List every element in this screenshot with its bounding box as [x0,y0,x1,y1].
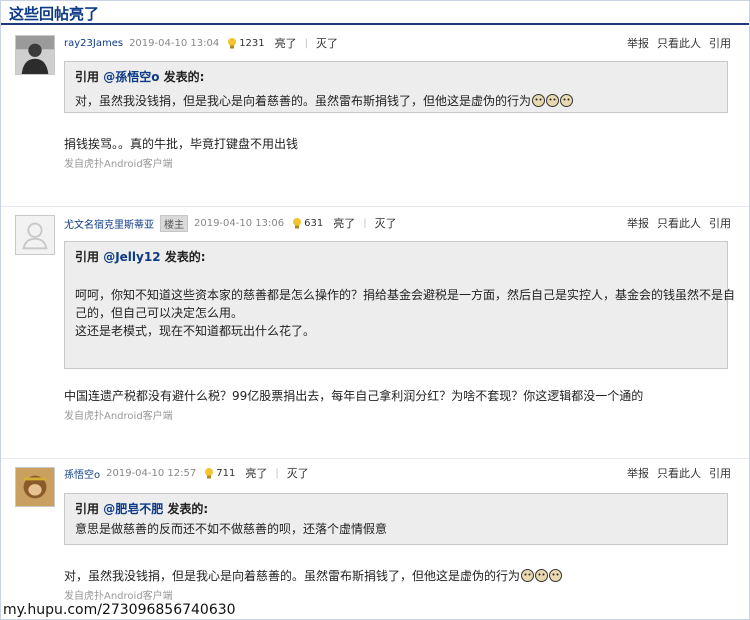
section-header: 这些回帖亮了 [1,1,749,25]
avatar[interactable] [15,35,55,75]
reply-text: 对，虽然我没钱捐，但是我心是向着慈善的。虽然雷布斯捐钱了，但他这是虚伪的行为 [64,567,563,584]
quoted-user-link[interactable]: @Jelly12 [103,250,160,264]
section-title: 这些回帖亮了 [9,5,100,23]
post-source: 发自虎扑Android客户端 [64,159,173,170]
report-link[interactable]: 举报 [627,35,649,51]
quote-header: 引用 @孫悟空o 发表的: [75,68,717,86]
divider: | [304,37,309,49]
reply-post: 孫悟空o 2019-04-10 12:57 711 亮了 | 灭了 举报 只看此… [1,459,749,620]
quote-line: 这还是老模式，现在不知道都玩出什么花了。 [75,324,316,338]
only-this-user-link[interactable]: 只看此人 [657,215,701,231]
quote-link[interactable]: 引用 [709,465,731,481]
quoted-user-link[interactable]: @孫悟空o [103,70,159,84]
username-link[interactable]: ray23James [64,38,123,49]
quote-block: 引用 @Jelly12 发表的: 呵呵，你知不知道这些资本家的慈善都是怎么操作的… [64,241,736,369]
quote-suffix: 发表的: [160,250,206,264]
post-time: 2019-04-10 12:57 [106,467,197,479]
avatar[interactable] [15,467,55,507]
quote-suffix: 发表的: [159,70,205,84]
like-count: 1231 [239,37,265,49]
monkey-king-avatar-icon [16,468,54,506]
quote-suffix: 发表的: [163,502,209,516]
username-link[interactable]: 尤文名宿克里斯蒂亚 [64,216,154,231]
light-button[interactable]: 亮了 [333,215,355,231]
light-bulb-icon [204,467,214,479]
quote-link[interactable]: 引用 [709,215,731,231]
divider: | [275,467,279,479]
post-meta: 尤文名宿克里斯蒂亚 楼主 2019-04-10 13:06 631 亮了 | 灭… [64,214,397,232]
reply-text: 捐钱挨骂。。真的牛批，毕竟打键盘不用出钱 [64,137,299,151]
post-time: 2019-04-10 13:06 [194,217,285,229]
post-meta: 孫悟空o 2019-04-10 12:57 711 亮了 | 灭了 [64,465,309,481]
user-photo-icon [16,36,54,74]
post-meta: ray23James 2019-04-10 13:04 1231 亮了 | 灭了 [64,35,338,51]
dim-button[interactable]: 灭了 [316,35,338,51]
reply-post: 尤文名宿克里斯蒂亚 楼主 2019-04-10 13:06 631 亮了 | 灭… [1,207,749,459]
only-this-user-link[interactable]: 只看此人 [657,465,701,481]
quote-line: 意思是做慈善的反而还不如不做慈善的呗，还落个虚情假意 [75,522,388,536]
quote-text: 对，虽然我没钱捐，但是我心是向着慈善的。虽然雷布斯捐钱了，但他这是虚伪的行为 [75,92,717,110]
post-ops: 举报 只看此人 引用 [627,465,731,481]
reply-post: ray23James 2019-04-10 13:04 1231 亮了 | 灭了… [1,27,749,207]
quote-line: 己的，但自己可以决定怎么用。 [75,306,244,320]
light-button[interactable]: 亮了 [245,465,267,481]
username-link[interactable]: 孫悟空o [64,466,100,481]
page: 这些回帖亮了 ray23James 2019-04-10 13:04 1231 … [0,0,750,620]
post-source: 发自虎扑Android客户端 [64,591,173,602]
url-watermark: my.hupu.com/273096856740630 [3,602,236,618]
quoted-user-link[interactable]: @肥皂不肥 [103,502,163,516]
report-link[interactable]: 举报 [627,215,649,231]
quote-prefix: 引用 [75,70,104,84]
light-button[interactable]: 亮了 [275,35,297,51]
quote-header: 引用 @Jelly12 发表的: [75,248,717,266]
light-bulb-icon [227,37,237,49]
doge-emoji-icon [549,569,563,582]
quote-header: 引用 @肥皂不肥 发表的: [75,500,717,518]
doge-emoji-icon [532,94,546,107]
report-link[interactable]: 举报 [627,465,649,481]
doge-emoji-icon [560,94,574,107]
reply-line: 对，虽然我没钱捐，但是我心是向着慈善的。虽然雷布斯捐钱了，但他这是虚伪的行为 [64,569,521,583]
default-avatar-icon [16,216,54,254]
quote-line: 对，虽然我没钱捐，但是我心是向着慈善的。虽然雷布斯捐钱了，但他这是虚伪的行为 [75,94,532,108]
quote-link[interactable]: 引用 [709,35,731,51]
light-bulb-icon [292,217,302,229]
dim-button[interactable]: 灭了 [287,465,309,481]
like-count: 711 [216,467,236,479]
doge-emoji-icon [535,569,549,582]
divider: | [363,217,367,229]
post-ops: 举报 只看此人 引用 [627,215,731,231]
doge-emoji-icon [521,569,535,582]
post-time: 2019-04-10 13:04 [129,37,220,49]
reply-text: 中国连遗产税都没有避什么税？99亿股票捐出去，每年自己拿利润分红？为啥不套现？你… [64,389,644,403]
quote-block: 引用 @肥皂不肥 发表的: 意思是做慈善的反而还不如不做慈善的呗，还落个虚情假意 [64,493,728,545]
quote-block: 引用 @孫悟空o 发表的: 对，虽然我没钱捐，但是我心是向着慈善的。虽然雷布斯捐… [64,61,728,113]
doge-emoji-icon [546,94,560,107]
avatar[interactable] [15,215,55,255]
like-count: 631 [304,217,324,229]
post-ops: 举报 只看此人 引用 [627,35,731,51]
only-this-user-link[interactable]: 只看此人 [657,35,701,51]
quote-prefix: 引用 [75,502,104,516]
op-badge: 楼主 [160,214,188,232]
dim-button[interactable]: 灭了 [375,215,397,231]
quote-line: 呵呵，你知不知道这些资本家的慈善都是怎么操作的？捐给基金会避税是一方面，然后自己… [75,288,736,302]
quote-prefix: 引用 [75,250,104,264]
post-source: 发自虎扑Android客户端 [64,411,173,422]
